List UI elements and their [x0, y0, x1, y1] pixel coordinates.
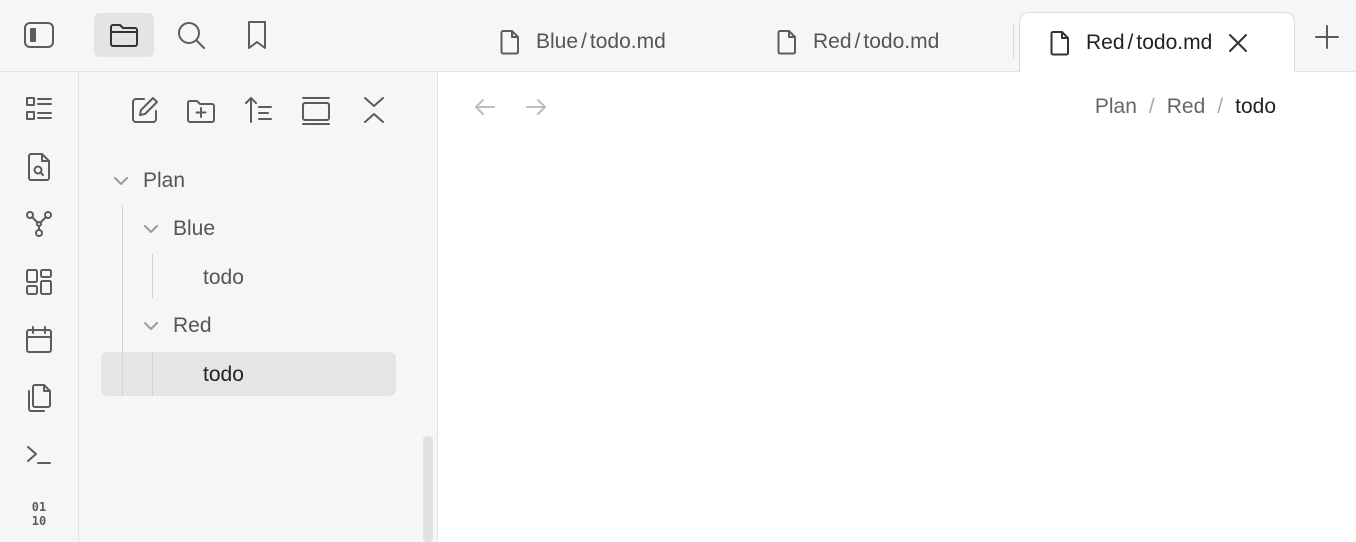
chevron-down-icon: [114, 177, 128, 185]
arrow-right-icon: [526, 99, 546, 115]
sidebar-scrollbar[interactable]: [423, 436, 433, 542]
new-note-icon: [132, 97, 158, 123]
breadcrumb: Plan / Red / todo: [1095, 92, 1276, 122]
tab-folder: Blue: [536, 30, 579, 53]
files-button[interactable]: [94, 13, 154, 57]
tab-file: todo.md: [863, 30, 940, 53]
ribbon-binary-button[interactable]: 01 10: [20, 494, 58, 532]
binary-icon: 01 10: [32, 500, 46, 528]
tree-label: todo: [203, 266, 244, 289]
ribbon: 01 10: [0, 72, 79, 542]
search-button[interactable]: [161, 13, 221, 57]
file-icon: [1050, 30, 1069, 55]
plus-icon: [1315, 25, 1339, 49]
ribbon-file-search-button[interactable]: [20, 148, 58, 186]
tab-file: todo.md: [1136, 30, 1213, 54]
new-tab-button[interactable]: [1312, 22, 1342, 52]
tab-sep: /: [581, 30, 587, 53]
collapse-view-button[interactable]: [296, 90, 336, 130]
ribbon-dashboard-button[interactable]: [20, 263, 58, 301]
navigate-back-button[interactable]: [470, 92, 500, 122]
ribbon-graph-button[interactable]: [20, 205, 58, 243]
new-folder-icon: [187, 100, 215, 123]
ribbon-copy-button[interactable]: [20, 378, 58, 416]
tab-blue-todo[interactable]: Blue / todo.md: [498, 12, 666, 72]
terminal-icon: [27, 446, 51, 464]
sort-icon: [245, 97, 272, 123]
breadcrumb-item-todo[interactable]: todo: [1235, 95, 1276, 119]
tab-divider: [1013, 24, 1014, 58]
tree-folder-red[interactable]: Red: [139, 305, 212, 347]
active-file-highlight: [101, 352, 396, 396]
bookmarks-button[interactable]: [227, 13, 287, 57]
ribbon-calendar-button[interactable]: [20, 321, 58, 359]
tree-guide-red: [152, 352, 153, 396]
tab-file: todo.md: [589, 30, 666, 53]
tree-label: todo: [203, 363, 244, 386]
new-note-button[interactable]: [125, 90, 165, 130]
tab-red-todo[interactable]: Red / todo.md: [775, 12, 939, 72]
breadcrumb-item-plan[interactable]: Plan: [1095, 95, 1137, 119]
svg-text:10: 10: [32, 514, 46, 528]
svg-text:01: 01: [32, 500, 46, 514]
sidebar-toggle-button[interactable]: [9, 13, 69, 57]
dashboard-icon: [26, 269, 52, 295]
sidebar-toggle-icon: [24, 22, 54, 48]
tree-folder-blue[interactable]: Blue: [139, 208, 215, 250]
tab-bar: Blue / todo.md Red / todo.md Red / todo.…: [438, 0, 1356, 72]
collapse-all-button[interactable]: [354, 90, 394, 130]
chevron-down-icon: [144, 322, 158, 330]
file-icon: [777, 30, 796, 55]
sort-button[interactable]: [239, 90, 279, 130]
ribbon-outline-button[interactable]: [20, 90, 58, 128]
collapse-all-icon: [364, 97, 384, 123]
tree-label: Red: [173, 314, 212, 337]
graph-icon: [26, 211, 52, 237]
tree-guide-blue: [152, 254, 153, 298]
tree-label: Plan: [143, 169, 186, 192]
new-folder-button[interactable]: [181, 90, 221, 130]
tree-guide-plan: [122, 206, 123, 396]
outline-icon: [26, 97, 52, 120]
tree-file-red-todo[interactable]: todo: [203, 354, 244, 396]
chevron-down-icon: [144, 225, 158, 233]
breadcrumb-item-red[interactable]: Red: [1167, 95, 1206, 119]
file-explorer: Plan Blue todo Red todo: [79, 72, 438, 542]
tab-folder: Red: [1086, 30, 1125, 54]
close-icon: [1229, 33, 1248, 52]
tree-label: Blue: [173, 217, 216, 240]
editor-content[interactable]: [438, 140, 1356, 542]
navigate-forward-button[interactable]: [521, 92, 551, 122]
collapse-view-icon: [302, 97, 330, 125]
file-icon: [500, 30, 519, 55]
sidebar-header: [0, 0, 438, 72]
tab-sep: /: [1127, 30, 1134, 54]
bookmark-icon: [248, 21, 266, 49]
view-header: Plan / Red / todo: [438, 72, 1356, 140]
copy-icon: [28, 384, 51, 412]
file-search-icon: [28, 153, 50, 181]
search-icon: [178, 22, 205, 49]
tab-red-todo-active[interactable]: Red / todo.md: [1019, 12, 1295, 72]
tab-folder: Red: [813, 30, 852, 53]
breadcrumb-separator: /: [1148, 95, 1155, 118]
ribbon-terminal-button[interactable]: [20, 436, 58, 474]
tab-close-button[interactable]: [1226, 31, 1250, 55]
arrow-left-icon: [475, 99, 495, 115]
folder-icon: [110, 24, 138, 47]
tree-folder-plan[interactable]: Plan: [109, 160, 185, 202]
tree-file-blue-todo[interactable]: todo: [203, 257, 244, 299]
breadcrumb-separator: /: [1217, 95, 1224, 118]
tab-sep: /: [854, 30, 861, 53]
calendar-icon: [26, 326, 52, 353]
